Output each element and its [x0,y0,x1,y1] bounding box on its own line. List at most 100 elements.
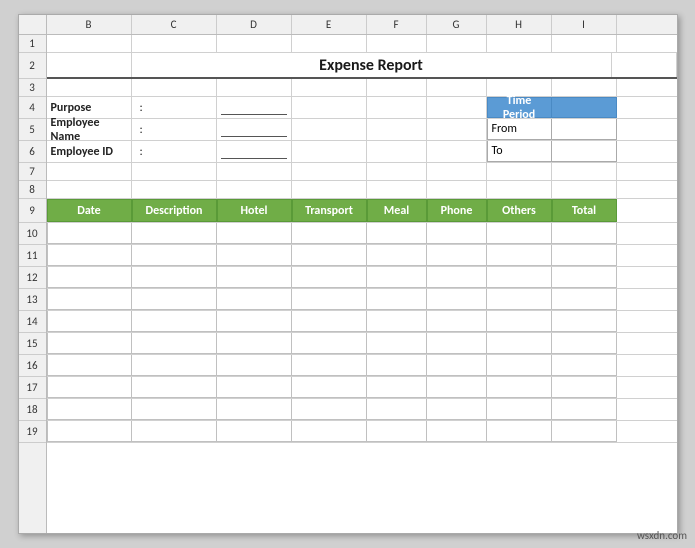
cell-14h[interactable] [487,311,552,332]
cell-15g[interactable] [427,333,487,354]
to-value-cell[interactable] [552,141,617,162]
employee-name-underline-cell[interactable] [217,119,292,140]
cell-13d[interactable] [217,289,292,310]
cell-10e[interactable] [292,223,367,244]
cell-19e[interactable] [292,421,367,442]
cell-13c[interactable] [132,289,217,310]
cell-16h[interactable] [487,355,552,376]
cell-12d[interactable] [217,267,292,288]
cell-15d[interactable] [217,333,292,354]
employee-name-colon: : [136,123,143,137]
col-header-e: E [292,15,367,34]
cell-17f[interactable] [367,377,427,398]
cell-16d[interactable] [217,355,292,376]
cell-16g[interactable] [427,355,487,376]
cell-19b[interactable] [47,421,132,442]
cell-19g[interactable] [427,421,487,442]
cell-10i[interactable] [552,223,617,244]
cell-11g[interactable] [427,245,487,266]
cell-12f[interactable] [367,267,427,288]
cell-15h[interactable] [487,333,552,354]
cell-15c[interactable] [132,333,217,354]
cell-15i[interactable] [552,333,617,354]
cell-14c[interactable] [132,311,217,332]
cell-14g[interactable] [427,311,487,332]
row-num-11: 11 [19,245,46,267]
table-row-16 [47,355,677,377]
cell-11i[interactable] [552,245,617,266]
cell-17g[interactable] [427,377,487,398]
cell-14e[interactable] [292,311,367,332]
cell-12h[interactable] [487,267,552,288]
cell-12c[interactable] [132,267,217,288]
cell-18g[interactable] [427,399,487,420]
cell-16e[interactable] [292,355,367,376]
cell-8c [132,181,217,198]
cell-11c[interactable] [132,245,217,266]
cell-17d[interactable] [217,377,292,398]
cell-13g[interactable] [427,289,487,310]
cell-8g [427,181,487,198]
cell-18d[interactable] [217,399,292,420]
employee-name-label-cell: Employee Name [47,119,132,140]
cell-13e[interactable] [292,289,367,310]
cell-19f[interactable] [367,421,427,442]
cell-17c[interactable] [132,377,217,398]
cell-17h[interactable] [487,377,552,398]
cell-15e[interactable] [292,333,367,354]
cell-10c[interactable] [132,223,217,244]
cell-13b[interactable] [47,289,132,310]
cell-18f[interactable] [367,399,427,420]
cell-13i[interactable] [552,289,617,310]
to-label-cell: To [487,141,552,162]
cell-19h[interactable] [487,421,552,442]
cell-14i[interactable] [552,311,617,332]
cell-11f[interactable] [367,245,427,266]
cell-18h[interactable] [487,399,552,420]
time-period-header-ext [552,97,617,118]
cell-14f[interactable] [367,311,427,332]
employee-id-underline-cell[interactable] [217,141,292,162]
cell-15f[interactable] [367,333,427,354]
from-value-cell[interactable] [552,119,617,140]
cell-19c[interactable] [132,421,217,442]
cell-11h[interactable] [487,245,552,266]
cell-14d[interactable] [217,311,292,332]
cell-16i[interactable] [552,355,617,376]
cell-3g [427,79,487,96]
cell-1g [427,35,487,52]
cell-17i[interactable] [552,377,617,398]
cell-11d[interactable] [217,245,292,266]
row-num-5: 5 [19,119,46,141]
cell-13h[interactable] [487,289,552,310]
cell-16b[interactable] [47,355,132,376]
cell-10b[interactable] [47,223,132,244]
cell-18c[interactable] [132,399,217,420]
cell-10f[interactable] [367,223,427,244]
table-row-15 [47,333,677,355]
cell-17b[interactable] [47,377,132,398]
cell-12e[interactable] [292,267,367,288]
cell-11b[interactable] [47,245,132,266]
cell-16c[interactable] [132,355,217,376]
cell-16f[interactable] [367,355,427,376]
row-numbers: 1 2 3 4 5 6 7 8 9 10 11 12 13 14 15 16 1… [19,35,47,533]
cell-10d[interactable] [217,223,292,244]
cell-11e[interactable] [292,245,367,266]
cell-18e[interactable] [292,399,367,420]
cell-18b[interactable] [47,399,132,420]
cell-19d[interactable] [217,421,292,442]
cell-1e [292,35,367,52]
cell-14b[interactable] [47,311,132,332]
cell-10g[interactable] [427,223,487,244]
cell-12b[interactable] [47,267,132,288]
cell-10h[interactable] [487,223,552,244]
cell-18i[interactable] [552,399,617,420]
cell-15b[interactable] [47,333,132,354]
cell-12g[interactable] [427,267,487,288]
cell-13f[interactable] [367,289,427,310]
cell-12i[interactable] [552,267,617,288]
cell-17e[interactable] [292,377,367,398]
cell-19i[interactable] [552,421,617,442]
purpose-underline-cell[interactable] [217,97,292,118]
